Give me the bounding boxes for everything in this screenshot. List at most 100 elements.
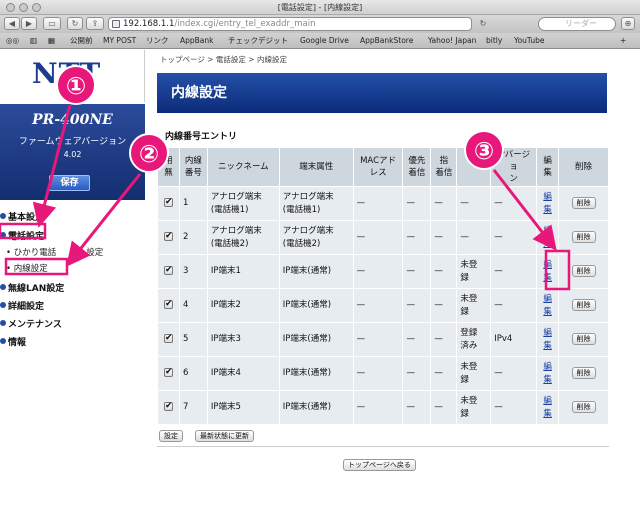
reload-icon[interactable]: ↻ (67, 17, 83, 30)
section-title: 内線番号エントリ (165, 132, 238, 142)
add-bookmark-icon[interactable]: + (620, 33, 626, 49)
edit-link[interactable]: 編集 (543, 328, 552, 351)
use-checkbox[interactable] (163, 196, 173, 209)
registration-cell: 未登録 (456, 390, 492, 425)
page-icon (112, 20, 120, 28)
priority-cell: — (402, 322, 432, 357)
edit-link[interactable]: 編集 (543, 294, 552, 317)
edit-cell: 編集 (536, 322, 560, 357)
table-row: 2アナログ端末(電話機2)アナログ端末(電話機2)—————編集削除 (157, 220, 609, 255)
delete-button[interactable]: 削除 (571, 333, 596, 345)
back-to-top-button[interactable]: トップページへ戻る (343, 459, 416, 471)
display-icon[interactable]: ▭ (43, 17, 61, 30)
number-cell: 6 (178, 356, 208, 391)
nav-maintenance[interactable]: メンテナンス (0, 317, 62, 330)
bookmark-item[interactable]: AppBank (180, 33, 214, 49)
table-row: 6IP端末4IP端末(通常)———未登録—編集削除 (157, 356, 609, 391)
use-checkbox[interactable] (163, 230, 173, 243)
bookmark-item[interactable]: YouTube (514, 33, 545, 49)
nav-wireless-lan[interactable]: 無線LAN設定 (0, 281, 64, 294)
subnav-extension-settings[interactable]: • 内線設定 (6, 262, 48, 274)
reading-list-icon[interactable]: ◎◎ (6, 33, 19, 49)
refresh-icon[interactable]: ↻ (476, 17, 490, 30)
zoom-window-button[interactable] (32, 3, 41, 12)
close-window-button[interactable] (6, 3, 15, 12)
use-checkbox[interactable] (163, 366, 173, 379)
priority-cell: — (402, 356, 432, 391)
nav-label: 情報 (8, 338, 27, 348)
table-row: 1アナログ端末(電話機1)アナログ端末(電話機1)—————編集削除 (157, 186, 609, 221)
col-header-ipversion: IPバージョン (490, 147, 538, 187)
col-header-attribute: 端末属性 (278, 147, 354, 187)
main-content: トップページ > 電話設定 > 内線設定 内線設定 内線番号エントリ 用無 内線… (153, 50, 640, 517)
designated-cell: — (430, 220, 458, 255)
refresh-button[interactable]: 最新状態に更新 (195, 430, 254, 442)
divider (157, 446, 609, 447)
edit-link[interactable]: 編集 (543, 260, 552, 283)
top-sites-icon[interactable]: ▦ (48, 33, 55, 49)
delete-button[interactable]: 削除 (571, 231, 596, 243)
use-checkbox[interactable] (163, 400, 173, 413)
logo-area: NTT (0, 50, 145, 102)
ipversion-cell: — (490, 186, 538, 221)
save-button[interactable]: 保存 (49, 175, 90, 191)
share-icon[interactable]: ⇪ (86, 17, 104, 30)
bookmark-item[interactable]: MY POST (103, 33, 136, 49)
back-icon[interactable]: ◀ (4, 17, 20, 30)
edit-link[interactable]: 編集 (543, 396, 552, 419)
use-cell (157, 220, 180, 255)
edit-cell: 編集 (536, 220, 560, 255)
nav-phone-settings[interactable]: 電話設定 (0, 229, 44, 242)
delete-button[interactable]: 削除 (571, 367, 596, 379)
url-host: 192.168.1.1 (123, 19, 175, 29)
delete-button[interactable]: 削除 (571, 197, 596, 209)
bullet-icon (0, 320, 6, 326)
delete-button[interactable]: 削除 (571, 299, 596, 311)
bookmark-item[interactable]: 公開前 (70, 33, 93, 49)
delete-button[interactable]: 削除 (571, 265, 596, 277)
bookmark-item[interactable]: Yahoo! Japan (428, 33, 476, 49)
nickname-cell: IP端末4 (206, 356, 280, 391)
bookmark-item[interactable]: チェックデジット (228, 33, 288, 49)
delete-button[interactable]: 削除 (571, 401, 596, 413)
mac-cell: — (352, 356, 404, 391)
attribute-cell: IP端末(通常) (278, 322, 354, 357)
bullet-icon (0, 232, 6, 238)
bookmark-item[interactable]: AppBankStore (360, 33, 413, 49)
edit-link[interactable]: 編集 (543, 362, 552, 385)
bookmark-item[interactable]: bitly (486, 33, 502, 49)
nav-label: メンテナンス (8, 320, 62, 330)
use-checkbox[interactable] (163, 332, 173, 345)
registration-cell: 未登録 (456, 288, 492, 323)
nickname-cell: アナログ端末 (電話機2) (206, 220, 280, 255)
reader-button[interactable]: リーダー (538, 17, 616, 31)
bullet-icon (0, 213, 6, 219)
ipversion-cell: — (490, 288, 538, 323)
mac-cell: — (352, 288, 404, 323)
nav-basic-settings[interactable]: 基本設定 (0, 210, 44, 223)
bookmarks-icon[interactable]: ▥ (30, 33, 37, 49)
forward-icon[interactable]: ▶ (21, 17, 37, 30)
nav-advanced-settings[interactable]: 詳細設定 (0, 299, 44, 312)
edit-link[interactable]: 編集 (543, 226, 552, 249)
nav-info[interactable]: 情報 (0, 335, 26, 348)
designated-cell: — (430, 186, 458, 221)
use-checkbox[interactable] (163, 298, 173, 311)
address-bar[interactable]: 192.168.1.1/index.cgi/entry_tel_exaddr_m… (108, 17, 472, 31)
nickname-cell: IP端末5 (206, 390, 280, 425)
use-checkbox[interactable] (163, 264, 173, 277)
set-button[interactable]: 設定 (159, 430, 183, 442)
number-cell: 1 (178, 186, 208, 221)
subnav-hikari-phone[interactable]: • ひかり電話 設定 (6, 246, 103, 258)
ipversion-cell: IPv4 (490, 322, 538, 357)
nav-label: 無線LAN設定 (8, 284, 65, 294)
bookmark-item[interactable]: リンク (146, 33, 169, 49)
edit-cell: 編集 (536, 186, 560, 221)
edit-link[interactable]: 編集 (543, 192, 552, 215)
col-header-number: 内線 番号 (178, 147, 208, 187)
use-cell (157, 254, 180, 289)
download-icon[interactable]: ⊕ (621, 17, 635, 30)
bookmark-item[interactable]: Google Drive (300, 33, 349, 49)
edit-cell: 編集 (536, 356, 560, 391)
minimize-window-button[interactable] (19, 3, 28, 12)
